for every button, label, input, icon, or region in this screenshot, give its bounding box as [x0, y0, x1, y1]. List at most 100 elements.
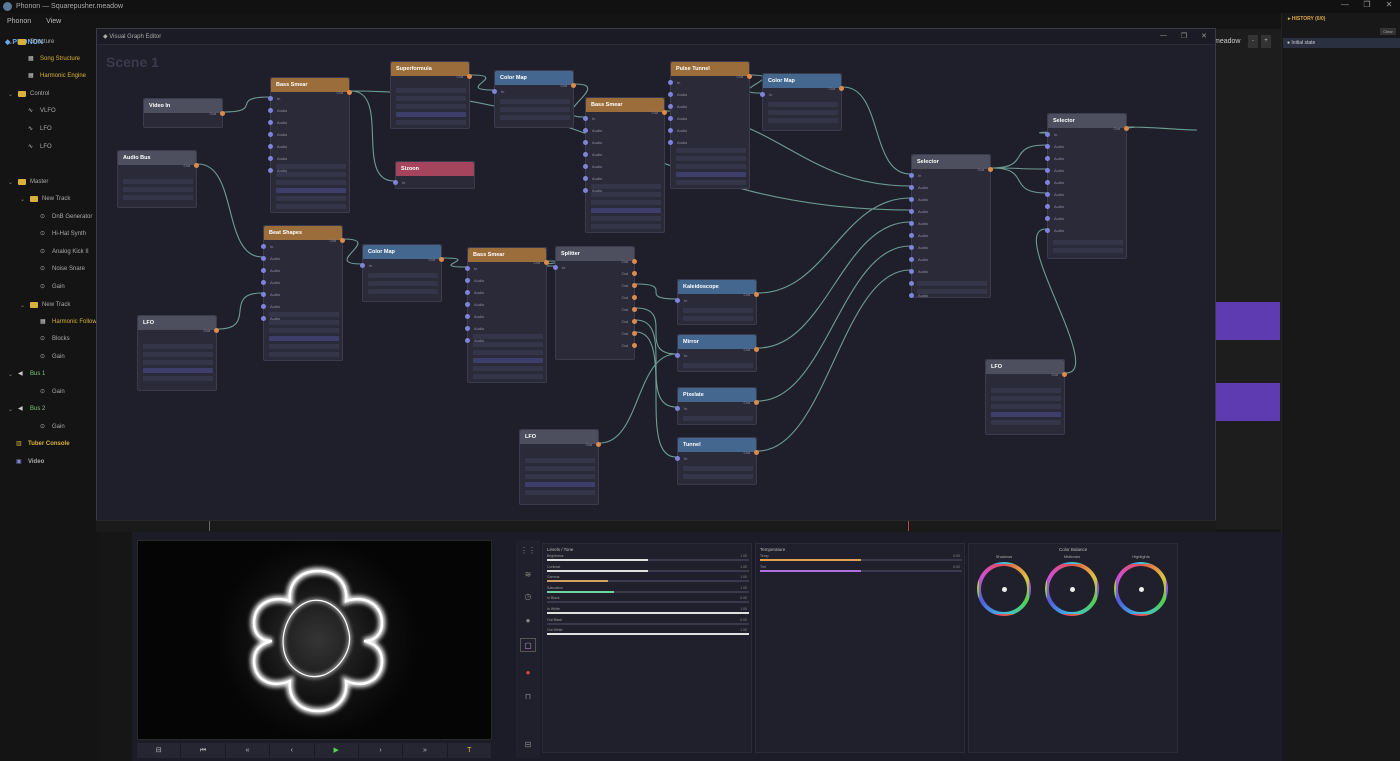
history-entry[interactable]: ● Initial state	[1283, 38, 1400, 48]
param-slider[interactable]	[676, 148, 746, 153]
output-port[interactable]	[662, 110, 667, 115]
tree-item[interactable]: ∿ VLFO	[28, 105, 56, 117]
input-port[interactable]	[909, 209, 914, 214]
input-port[interactable]	[465, 302, 470, 307]
param-slider[interactable]	[269, 336, 339, 341]
output-port[interactable]	[632, 271, 637, 276]
param-slider[interactable]	[768, 110, 838, 115]
connection-wire[interactable]	[470, 74, 494, 91]
output-port[interactable]	[747, 74, 752, 79]
input-port[interactable]	[261, 280, 266, 285]
param-slider[interactable]	[123, 187, 193, 192]
minimize-button[interactable]: —	[1334, 0, 1356, 9]
input-port[interactable]	[465, 266, 470, 271]
param-slider[interactable]	[396, 120, 466, 125]
param-slider[interactable]	[123, 179, 193, 184]
input-port[interactable]	[261, 292, 266, 297]
wheel-handle[interactable]	[1070, 587, 1075, 592]
graph-node[interactable]: Pulse Tunnel Out In Audio Audio Audio Audio Aud…	[668, 61, 752, 189]
input-port[interactable]	[393, 180, 398, 185]
param-slider[interactable]	[500, 115, 570, 120]
param-slider[interactable]	[591, 208, 661, 213]
rewind-button[interactable]: «	[226, 743, 271, 758]
step-forward-button[interactable]: ›	[359, 743, 404, 758]
param-slider[interactable]	[143, 376, 213, 381]
slider-track[interactable]	[547, 559, 749, 561]
output-port[interactable]	[544, 260, 549, 265]
tree-item[interactable]: ⌄ New Track	[20, 193, 70, 205]
input-port[interactable]	[1045, 168, 1050, 173]
node-title[interactable]: Sizoon	[396, 162, 474, 176]
output-port[interactable]	[194, 163, 199, 168]
param-slider[interactable]	[473, 350, 543, 355]
output-port[interactable]	[754, 347, 759, 352]
input-port[interactable]	[261, 256, 266, 261]
graph-node[interactable]: Mirror Out In	[675, 334, 759, 372]
tree-item[interactable]: ⌄ ◀ Bus 1	[8, 368, 45, 380]
input-port[interactable]	[268, 144, 273, 149]
param-slider[interactable]	[473, 374, 543, 379]
clear-history-button[interactable]: Clear	[1380, 28, 1396, 35]
circle-tool-icon[interactable]: ●	[520, 614, 536, 628]
input-port[interactable]	[675, 353, 680, 358]
input-port[interactable]	[668, 92, 673, 97]
graph-node[interactable]: Selector Out In Audio Audio Audio Audio Audio Au…	[1045, 113, 1129, 259]
graph-node[interactable]: Sizoon In	[393, 161, 475, 189]
param-slider[interactable]	[269, 344, 339, 349]
slider-track[interactable]	[547, 569, 749, 572]
input-port[interactable]	[261, 244, 266, 249]
tree-item[interactable]: ▦ Harmonic Engine	[28, 70, 86, 82]
tree-item[interactable]: ⊙ Hi-Hat Synth	[40, 228, 86, 240]
input-port[interactable]	[583, 116, 588, 121]
graph-node[interactable]: LFO Out	[137, 315, 219, 391]
param-slider[interactable]	[683, 308, 753, 313]
sliders-tool-icon[interactable]: ⋮⋮	[520, 544, 536, 558]
connection-wire[interactable]	[842, 86, 911, 175]
tree-item[interactable]: ⊙ Gain	[40, 386, 65, 398]
timeline-ruler[interactable]	[96, 520, 1216, 532]
connection-wire[interactable]	[197, 163, 263, 258]
tree-item[interactable]: ⌄ Control	[8, 88, 49, 100]
param-slider[interactable]	[143, 344, 213, 349]
param-slider[interactable]	[525, 466, 595, 471]
connection-wire[interactable]	[757, 197, 911, 294]
input-port[interactable]	[909, 185, 914, 190]
graph-node[interactable]: Selector Out In Audio Audio Audio Audio Audio Au…	[909, 154, 993, 298]
param-slider[interactable]	[683, 474, 753, 479]
output-port[interactable]	[1062, 372, 1067, 377]
param-slider[interactable]	[683, 416, 753, 421]
input-port[interactable]	[261, 268, 266, 273]
connection-wire[interactable]	[757, 245, 911, 402]
input-port[interactable]	[268, 96, 273, 101]
param-slider[interactable]	[123, 195, 193, 200]
output-port[interactable]	[220, 111, 225, 116]
param-slider[interactable]	[991, 412, 1061, 417]
input-port[interactable]	[909, 197, 914, 202]
param-slider[interactable]	[591, 224, 661, 229]
output-port[interactable]	[214, 328, 219, 333]
param-slider[interactable]	[368, 289, 438, 294]
param-slider[interactable]	[368, 273, 438, 278]
color-wheel[interactable]	[977, 562, 1031, 616]
param-slider[interactable]	[143, 368, 213, 373]
graph-node[interactable]: Color Map Out In	[492, 70, 576, 128]
input-port[interactable]	[675, 456, 680, 461]
output-port[interactable]	[754, 292, 759, 297]
tree-item[interactable]: ⊙ DnB Generator	[40, 211, 92, 223]
playhead[interactable]	[908, 521, 909, 531]
param-slider[interactable]	[525, 490, 595, 495]
input-port[interactable]	[1045, 156, 1050, 161]
graph-node[interactable]: Bass Smear Out In Audio Audio Audio Audio Audio…	[268, 77, 352, 213]
input-port[interactable]	[909, 269, 914, 274]
param-slider[interactable]	[143, 360, 213, 365]
input-port[interactable]	[268, 108, 273, 113]
graph-node[interactable]: Audio Bus Out	[117, 150, 199, 208]
input-port[interactable]	[268, 156, 273, 161]
tree-item[interactable]: ▦ Song Structure	[28, 53, 80, 65]
connection-wire[interactable]	[343, 238, 362, 265]
param-slider[interactable]	[991, 404, 1061, 409]
chevron-down-icon[interactable]: ⌄	[8, 91, 13, 98]
output-port[interactable]	[439, 257, 444, 262]
color-wheel[interactable]	[1045, 562, 1099, 616]
record-tool-icon[interactable]: ●	[520, 666, 536, 680]
